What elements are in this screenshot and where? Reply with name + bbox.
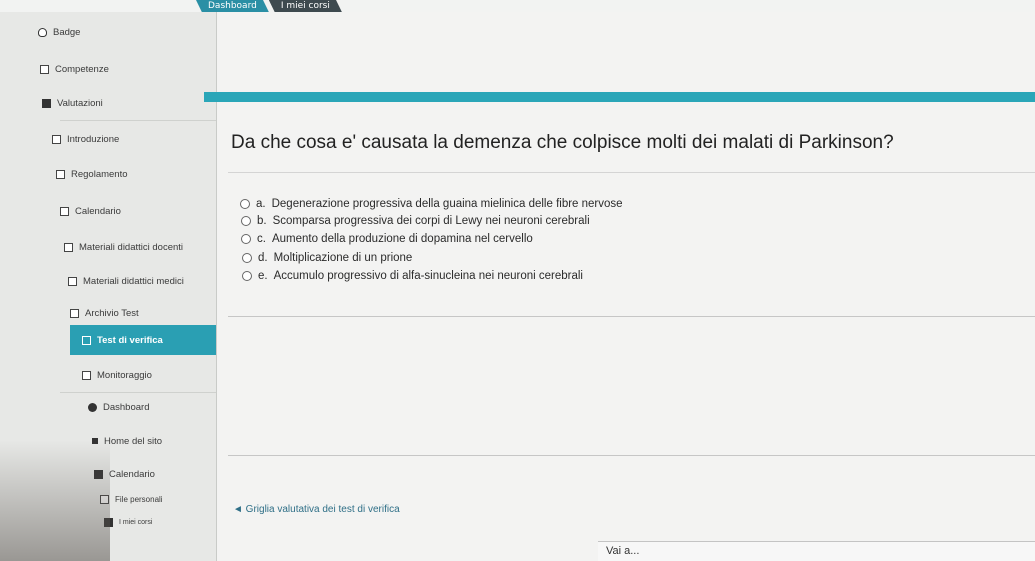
sidebar-item-materiali-docenti[interactable]: Materiali didattici docenti — [64, 236, 183, 258]
photo-shadow — [0, 440, 110, 561]
answer-option-e[interactable]: e. Accumulo progressivo di alfa-sinuclei… — [242, 267, 583, 285]
top-nav: Dashboard I miei corsi — [196, 0, 342, 12]
radio-button[interactable] — [240, 199, 250, 209]
sidebar-item-label: Home del sito — [104, 435, 163, 447]
sidebar-item-label: File personali — [115, 494, 163, 504]
sidebar-item-label: Badge — [53, 26, 81, 38]
radio-button[interactable] — [242, 271, 252, 281]
folder-icon — [70, 308, 79, 318]
radio-button[interactable] — [241, 234, 251, 244]
dashboard-icon — [88, 402, 97, 412]
sidebar-item-materiali-medici[interactable]: Materiali didattici medici — [68, 270, 184, 292]
option-text: Accumulo progressivo di alfa-sinucleina … — [273, 270, 583, 282]
sidebar-item-i-miei-corsi[interactable]: I miei corsi — [104, 511, 152, 533]
answer-option-c[interactable]: c. Aumento della produzione di dopamina … — [241, 230, 533, 248]
option-text: Moltiplicazione di un prione — [273, 252, 413, 264]
accent-bar — [204, 92, 1035, 102]
sidebar-item-introduzione[interactable]: Introduzione — [52, 128, 119, 150]
sidebar-item-valutazioni[interactable]: Valutazioni — [42, 92, 103, 114]
sidebar-item-label: Regolamento — [71, 168, 128, 180]
top-bar — [0, 0, 1035, 12]
sidebar-item-label: Materiali didattici docenti — [79, 241, 184, 253]
option-letter: e. — [258, 270, 268, 282]
goto-select[interactable]: Vai a... — [598, 541, 1035, 561]
sidebar-item-label: Calendario — [109, 468, 155, 480]
badge-icon — [38, 27, 47, 37]
answer-option-b[interactable]: b. Scomparsa progressiva dei corpi di Le… — [241, 212, 590, 230]
sidebar-item-calendario[interactable]: Calendario — [60, 200, 121, 222]
radio-button[interactable] — [242, 253, 252, 263]
sidebar-item-monitoraggio[interactable]: Monitoraggio — [82, 364, 152, 386]
sidebar-item-dashboard[interactable]: Dashboard — [88, 396, 149, 418]
sidebar-item-label: Dashboard — [103, 401, 150, 413]
sidebar-item-label: I miei corsi — [119, 518, 153, 526]
sidebar-item-archivio-test[interactable]: Archivio Test — [70, 302, 139, 324]
sidebar-item-label: Archivio Test — [85, 307, 139, 319]
section-divider — [228, 455, 1035, 456]
folder-icon — [60, 206, 69, 216]
option-text: Degenerazione progressiva della guaina m… — [271, 198, 623, 210]
tab-my-courses[interactable]: I miei corsi — [268, 0, 342, 12]
sidebar-item-label: Materiali didattici medici — [83, 275, 184, 287]
folder-icon — [68, 276, 77, 286]
tab-dashboard[interactable]: Dashboard — [196, 0, 269, 12]
sidebar-item-badge[interactable]: Badge — [38, 21, 80, 43]
option-letter: b. — [257, 215, 267, 227]
sidebar-item-test-di-verifica[interactable]: Test di verifica — [70, 325, 216, 355]
option-text: Scomparsa progressiva dei corpi di Lewy … — [272, 215, 590, 227]
folder-icon — [56, 169, 65, 179]
folder-icon — [82, 335, 91, 345]
question-text: Da che cosa e' causata la demenza che co… — [231, 132, 894, 153]
radio-button[interactable] — [241, 216, 251, 226]
question-divider — [228, 172, 1035, 173]
folder-icon — [64, 242, 73, 252]
option-letter: c. — [257, 233, 266, 245]
back-to-grid-link[interactable]: ◄ Griglia valutativa dei test di verific… — [233, 504, 400, 515]
sidebar-item-label: Calendario — [75, 205, 121, 217]
option-letter: d. — [258, 252, 268, 264]
option-text: Aumento della produzione di dopamina nel… — [271, 233, 533, 245]
folder-icon — [52, 134, 61, 144]
table-icon — [42, 98, 51, 108]
answer-option-a[interactable]: a. Degenerazione progressiva della guain… — [240, 195, 623, 213]
sidebar-item-label: Valutazioni — [57, 97, 103, 109]
answer-option-d[interactable]: d. Moltiplicazione di un prione — [242, 249, 412, 267]
option-letter: a. — [256, 198, 266, 210]
sidebar-divider — [60, 120, 216, 121]
sidebar-item-regolamento[interactable]: Regolamento — [56, 163, 128, 185]
section-divider — [228, 316, 1035, 317]
sidebar-item-label: Competenze — [55, 63, 109, 75]
sidebar-item-label: Test di verifica — [97, 334, 163, 346]
checkbox-icon — [40, 64, 49, 74]
folder-icon — [82, 370, 91, 380]
sidebar-item-competenze[interactable]: Competenze — [40, 58, 109, 80]
sidebar-item-label: Introduzione — [67, 133, 120, 145]
sidebar-divider — [60, 392, 216, 393]
sidebar-item-label: Monitoraggio — [97, 369, 152, 381]
